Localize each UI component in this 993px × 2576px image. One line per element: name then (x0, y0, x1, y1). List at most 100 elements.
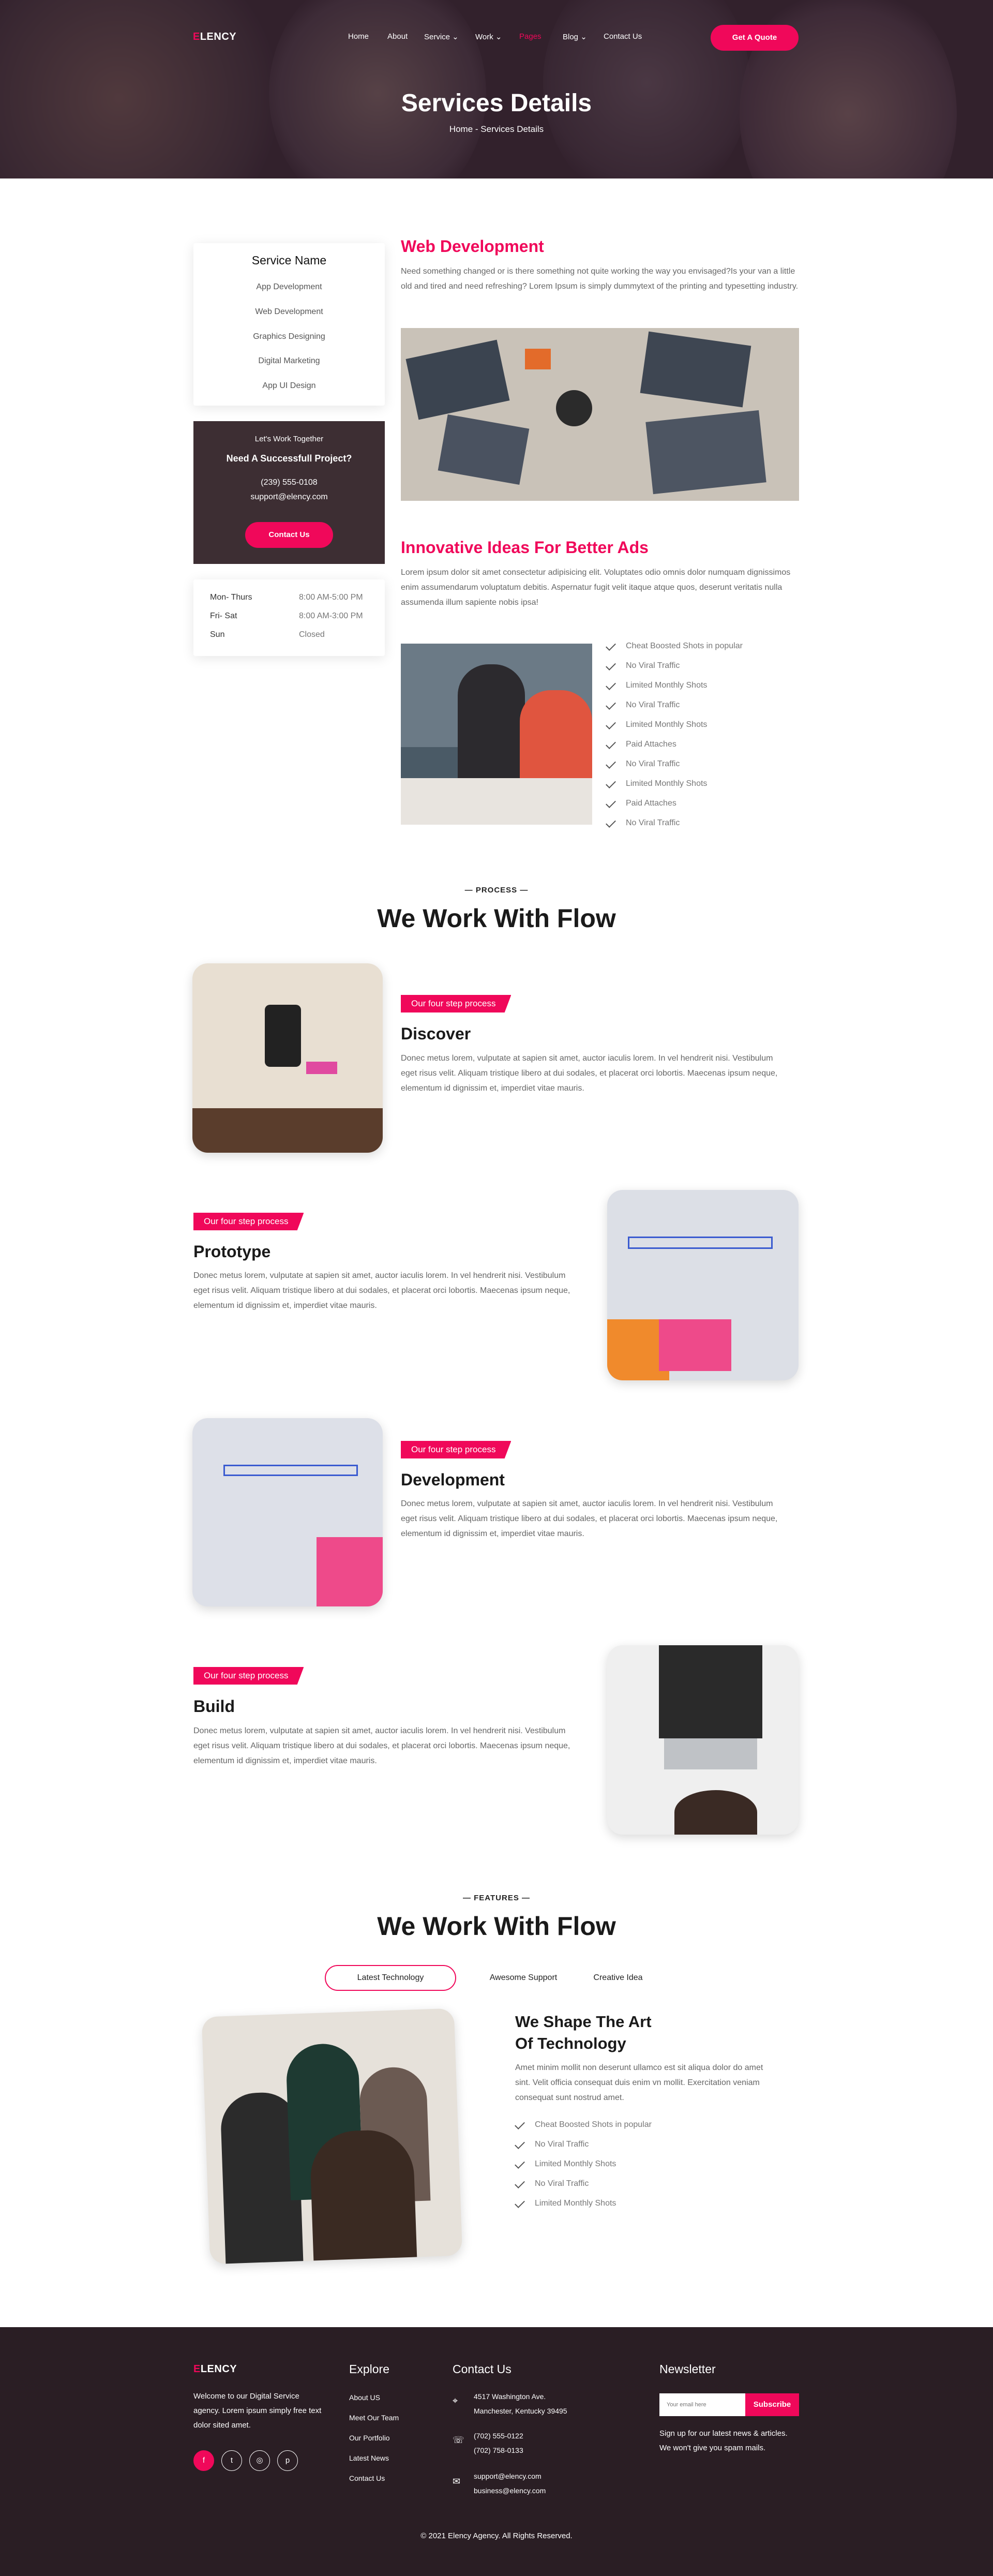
phone-icon: ☏ (453, 2435, 464, 2445)
ideas-heading: Innovative Ideas For Better Ads (401, 538, 649, 557)
footer-link[interactable]: About US (349, 2390, 453, 2410)
footer-email-1[interactable]: support@elency.com (474, 2469, 541, 2483)
checklist-item: No Viral Traffic (604, 754, 801, 774)
process-kicker: — PROCESS — (464, 886, 529, 895)
mail-icon: ✉ (453, 2476, 461, 2486)
checklist-item: Limited Monthly Shots (604, 774, 801, 794)
newsletter-email-input[interactable] (659, 2393, 745, 2416)
process-tag: Our four step process (401, 995, 511, 1012)
step-text: Donec metus lorem, vulputate at sapien s… (193, 1271, 570, 1310)
service-list-title: Service Name (251, 254, 327, 267)
cta-email[interactable]: support@elency.com (193, 493, 385, 502)
logo[interactable]: ELENCY (193, 31, 236, 43)
features-text: Amet minim mollit non deserunt ullamco e… (515, 2063, 763, 2102)
step-title: Prototype (193, 1242, 271, 1261)
checklist-item: No Viral Traffic (604, 656, 801, 676)
checklist-item: Paid Attaches (604, 735, 801, 754)
footer-address-2: Manchester, Kentucky 39495 (474, 2407, 567, 2415)
footer-about: Welcome to our Digital Service agency. L… (193, 2392, 322, 2430)
footer-address-1: 4517 Washington Ave. (474, 2392, 546, 2401)
checklist-item: Limited Monthly Shots (604, 715, 801, 735)
explore-title: Explore (349, 2362, 389, 2376)
footer-phone-1[interactable]: (702) 555-0122 (474, 2429, 523, 2443)
footer-link[interactable]: Meet Our Team (349, 2410, 453, 2431)
facebook-icon[interactable]: f (193, 2450, 214, 2471)
process-tag: Our four step process (193, 1667, 304, 1685)
checklist-item: Limited Monthly Shots (604, 676, 801, 695)
page-title: Services Details (401, 90, 592, 117)
service-heading: Web Development (401, 237, 544, 256)
step-text: Donec metus lorem, vulputate at sapien s… (401, 1054, 778, 1093)
service-intro: Need something changed or is there somet… (401, 267, 799, 291)
nav-home[interactable]: Home (348, 32, 369, 41)
footer-link[interactable]: Contact Us (349, 2471, 453, 2491)
step-title: Development (401, 1470, 505, 1489)
nav-about[interactable]: About (387, 32, 408, 41)
service-list-card: Service Name App Development Web Develop… (193, 243, 385, 406)
discover-image (192, 963, 383, 1153)
tab-awesome-support[interactable]: Awesome Support (467, 1965, 580, 1991)
hours-day: Mon- Thurs (210, 593, 252, 602)
hours-day: Sun (210, 630, 225, 639)
ideas-text: Lorem ipsum dolor sit amet consectetur a… (401, 568, 791, 607)
checklist-item: Cheat Boosted Shots in popular (513, 2115, 730, 2135)
cta-card: Let's Work Together Need A Successfull P… (193, 421, 385, 564)
footer-logo[interactable]: ELENCY (193, 2363, 237, 2375)
cta-kicker: Let's Work Together (254, 435, 324, 443)
features-heading-line2: Of Technology (515, 2034, 626, 2052)
process-tag: Our four step process (193, 1213, 304, 1230)
tab-creative-idea[interactable]: Creative Idea (569, 1965, 667, 1991)
hours-time: 8:00 AM-5:00 PM (299, 593, 363, 602)
service-item[interactable]: App UI Design (193, 381, 385, 391)
checklist-item: Limited Monthly Shots (513, 2194, 730, 2213)
cta-phone[interactable]: (239) 555-0108 (193, 478, 385, 487)
footer-link[interactable]: Latest News (349, 2451, 453, 2471)
hours-time: Closed (299, 630, 325, 639)
build-image (607, 1645, 799, 1835)
cta-title: Need A Successfull Project? (226, 453, 352, 464)
copyright: © 2021 Elency Agency. All Rights Reserve… (420, 2532, 573, 2540)
development-image (192, 1418, 383, 1606)
breadcrumb: Home - Services Details (449, 124, 544, 134)
footer-phone-2[interactable]: (702) 758-0133 (474, 2443, 523, 2458)
checklist-item: No Viral Traffic (513, 2135, 730, 2154)
service-item[interactable]: Graphics Designing (193, 332, 385, 341)
meeting-image (401, 644, 592, 825)
tab-latest-technology[interactable]: Latest Technology (325, 1965, 456, 1991)
subscribe-button[interactable]: Subscribe (745, 2393, 799, 2416)
twitter-icon[interactable]: t (221, 2450, 242, 2471)
checklist-item: Paid Attaches (604, 794, 801, 813)
nav-contact[interactable]: Contact Us (604, 32, 642, 41)
feature-checklist: Cheat Boosted Shots in popular No Viral … (604, 636, 801, 833)
workspace-image (401, 328, 799, 501)
instagram-icon[interactable]: ◎ (249, 2450, 270, 2471)
location-icon: ⌖ (453, 2395, 458, 2406)
process-title: We Work With Flow (377, 904, 616, 933)
process-tag: Our four step process (401, 1441, 511, 1458)
footer-link[interactable]: Our Portfolio (349, 2431, 453, 2451)
nav-service[interactable]: Service ⌄ (424, 32, 459, 41)
contact-us-button[interactable]: Contact Us (245, 522, 333, 548)
service-item[interactable]: Digital Marketing (193, 356, 385, 366)
features-kicker: — FEATURES — (462, 1894, 531, 1902)
nav-work[interactable]: Work ⌄ (475, 32, 502, 41)
service-item[interactable]: App Development (193, 282, 385, 292)
contact-title: Contact Us (453, 2362, 511, 2376)
explore-links: About US Meet Our Team Our Portfolio Lat… (349, 2390, 453, 2491)
checklist-item: Limited Monthly Shots (513, 2154, 730, 2174)
nav-blog[interactable]: Blog ⌄ (563, 32, 587, 41)
team-image (201, 2008, 463, 2265)
features-heading-line1: We Shape The Art (515, 2013, 652, 2031)
footer-email-2[interactable]: business@elency.com (474, 2483, 546, 2498)
newsletter-title: Newsletter (659, 2362, 716, 2376)
step-title: Discover (401, 1024, 471, 1043)
checklist-item: Cheat Boosted Shots in popular (604, 636, 801, 656)
get-quote-button[interactable]: Get A Quote (711, 25, 799, 51)
newsletter-text: Sign up for our latest news & articles. … (659, 2429, 788, 2452)
hours-time: 8:00 AM-3:00 PM (299, 612, 363, 620)
checklist-item: No Viral Traffic (604, 695, 801, 715)
pinterest-icon[interactable]: p (277, 2450, 298, 2471)
nav-pages[interactable]: Pages (519, 32, 541, 41)
service-item[interactable]: Web Development (193, 307, 385, 317)
hours-day: Fri- Sat (210, 612, 237, 620)
